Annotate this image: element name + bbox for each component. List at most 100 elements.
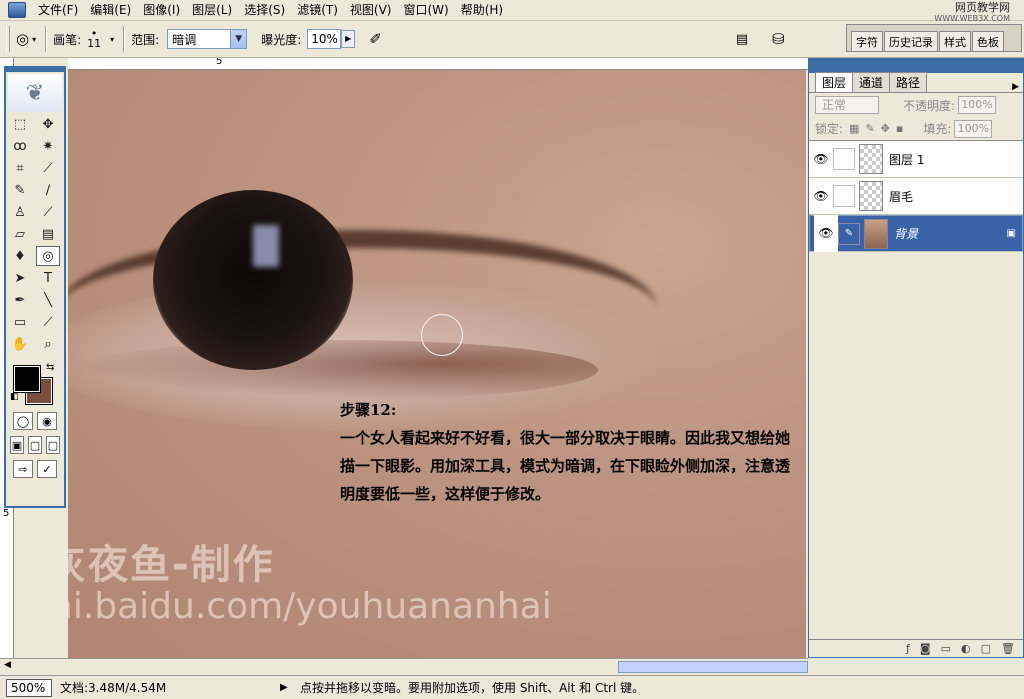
line-tool-icon[interactable]: ╲ [36,290,60,310]
hand-tool-icon[interactable]: ✋ [8,334,32,354]
lasso-tool-icon[interactable]: ꝏ [8,136,32,156]
horizontal-scrollbar[interactable]: ◀ [0,658,808,675]
exposure-input[interactable]: 10% [307,29,342,49]
checkmark-icon[interactable]: ✓ [37,460,57,478]
brush-icon[interactable]: ✎ [838,222,860,245]
layer-row[interactable]: 👁 图层 1 [809,141,1023,178]
menu-layer[interactable]: 图层(L) [186,0,238,20]
opacity-input[interactable]: 100% [958,96,997,114]
menu-window[interactable]: 窗口(W) [397,0,454,20]
layer-row[interactable]: 👁 眉毛 [809,178,1023,215]
brush-tool-icon[interactable]: ∕ [36,180,60,200]
path-select-tool-icon[interactable]: ➤ [8,268,32,288]
blur-tool-icon[interactable]: ♦ [8,246,32,266]
layer-style-icon[interactable]: ƒ [906,642,910,655]
lock-label: 锁定: [815,122,844,136]
quick-mask-icon[interactable]: ◉ [37,412,57,430]
scrollbar-thumb[interactable] [618,661,808,673]
palette-menu-icon[interactable]: ▶ [1012,82,1019,92]
layer-list: 👁 图层 1 👁 眉毛 👁 ✎ 背景 ▣ [809,141,1023,252]
tab-channels[interactable]: 通道 [852,72,891,92]
history-brush-tool-icon[interactable]: ⟋ [36,202,60,222]
eye-icon[interactable]: 👁 [809,152,833,166]
layer-thumbnail [864,218,888,249]
screen-mode-full-menu-icon[interactable]: ▢ [28,436,42,454]
doc-size[interactable]: 文档:3.48M/4.54M [60,679,280,696]
lock-paint-icon[interactable]: ✎ [865,122,874,135]
stamp-tool-icon[interactable]: ♙ [8,202,32,222]
screen-mode-standard-icon[interactable]: ▣ [10,436,24,454]
move-tool-icon[interactable]: ✥ [36,114,60,134]
exposure-slider-button[interactable]: ▶ [341,30,356,48]
menu-view[interactable]: 视图(V) [344,0,398,20]
standard-mode-icon[interactable]: ◯ [13,412,33,430]
tab-swatches[interactable]: 色板 [972,31,1004,51]
menu-help[interactable]: 帮助(H) [455,0,509,20]
lock-transparency-icon[interactable]: ▦ [849,122,859,135]
tab-character[interactable]: 字符 [851,31,883,51]
adjustment-layer-icon[interactable]: ◐ [961,642,971,655]
palette-bottom-bar: ƒ ◙ ▭ ◐ ▢ 🗑 [809,639,1023,657]
gradient-tool-icon[interactable]: ▤ [36,224,60,244]
eraser-tool-icon[interactable]: ▱ [8,224,32,244]
options-grip[interactable] [6,26,10,52]
zoom-tool-icon[interactable]: ⌕ [36,334,60,354]
palette-well-icon[interactable]: ⛁ [772,30,785,48]
link-slot[interactable] [833,148,855,170]
new-group-icon[interactable]: ▭ [941,642,951,655]
feather-icon[interactable]: ❦ [8,74,62,112]
lock-position-icon[interactable]: ✥ [881,122,890,135]
pen-tool-icon[interactable]: ✒ [8,290,32,310]
horizontal-ruler[interactable]: 5 [68,58,808,70]
tab-styles[interactable]: 样式 [939,31,971,51]
tab-layers[interactable]: 图层 [815,72,854,92]
jump-to-imageready-icon[interactable]: ⇨ [13,460,33,478]
blend-mode-select[interactable]: 正常 [815,96,879,114]
link-slot[interactable] [833,185,855,207]
swap-colors-icon[interactable]: ⇆ [46,362,54,373]
lock-all-icon[interactable]: ▪ [896,122,903,135]
status-menu-icon[interactable]: ▶ [280,682,294,693]
airbrush-icon[interactable]: ✐ [369,30,382,48]
brush-label: 画笔: [53,32,82,47]
menu-select[interactable]: 选择(S) [238,0,291,20]
palette-browser-icon[interactable]: ▤ [736,32,748,47]
opacity-label: 不透明度: [903,98,956,113]
range-select[interactable]: 暗调 ▼ [167,29,248,49]
brush-picker[interactable]: • 11 [87,28,101,49]
brush-dropdown-icon[interactable]: ▾ [107,35,117,44]
menu-edit[interactable]: 编辑(E) [84,0,137,20]
layer-mask-icon[interactable]: ◙ [920,642,931,655]
brush-cursor [421,314,463,356]
screen-mode-full-icon[interactable]: ▢ [46,436,60,454]
menu-image[interactable]: 图像(I) [137,0,186,20]
tab-history[interactable]: 历史记录 [884,31,938,51]
marquee-tool-icon[interactable]: ⬚ [8,114,32,134]
default-colors-icon[interactable]: ◧ [10,392,19,402]
dodge-burn-tool-icon[interactable]: ◎ [36,246,60,266]
eye-icon[interactable]: 👁 [814,215,838,252]
trash-icon[interactable]: 🗑 [1001,642,1015,655]
tool-preset-dropdown-icon[interactable]: ▾ [29,35,39,44]
app-icon[interactable] [8,2,26,18]
layer-row-selected[interactable]: 👁 ✎ 背景 ▣ [809,215,1023,252]
scroll-left-icon[interactable]: ◀ [4,660,11,670]
magic-wand-tool-icon[interactable]: ✷ [36,136,60,156]
foreground-color[interactable] [13,365,41,393]
slice-tool-icon[interactable]: ⟋ [36,158,60,178]
type-tool-icon[interactable]: T [36,268,60,288]
palette-titlebar[interactable] [809,59,1023,73]
tool-preset-icon[interactable]: ◎ [16,30,29,48]
fill-input[interactable]: 100% [954,119,993,138]
zoom-field[interactable]: 500% [6,678,52,697]
notes-tool-icon[interactable]: ▭ [8,312,32,332]
tab-paths[interactable]: 路径 [889,72,928,92]
eyedropper-tool-icon[interactable]: ⟋ [36,312,60,332]
menu-filter[interactable]: 滤镜(T) [291,0,344,20]
document-canvas[interactable]: 步骤12: 一个女人看起来好不好看，很大一部分取决于眼睛。因此我又想给她描一下眼… [68,70,806,658]
new-layer-icon[interactable]: ▢ [981,642,991,655]
menu-file[interactable]: 文件(F) [32,0,84,20]
crop-tool-icon[interactable]: ⌗ [8,158,32,178]
healing-tool-icon[interactable]: ✎ [8,180,32,200]
eye-icon[interactable]: 👁 [809,189,833,203]
